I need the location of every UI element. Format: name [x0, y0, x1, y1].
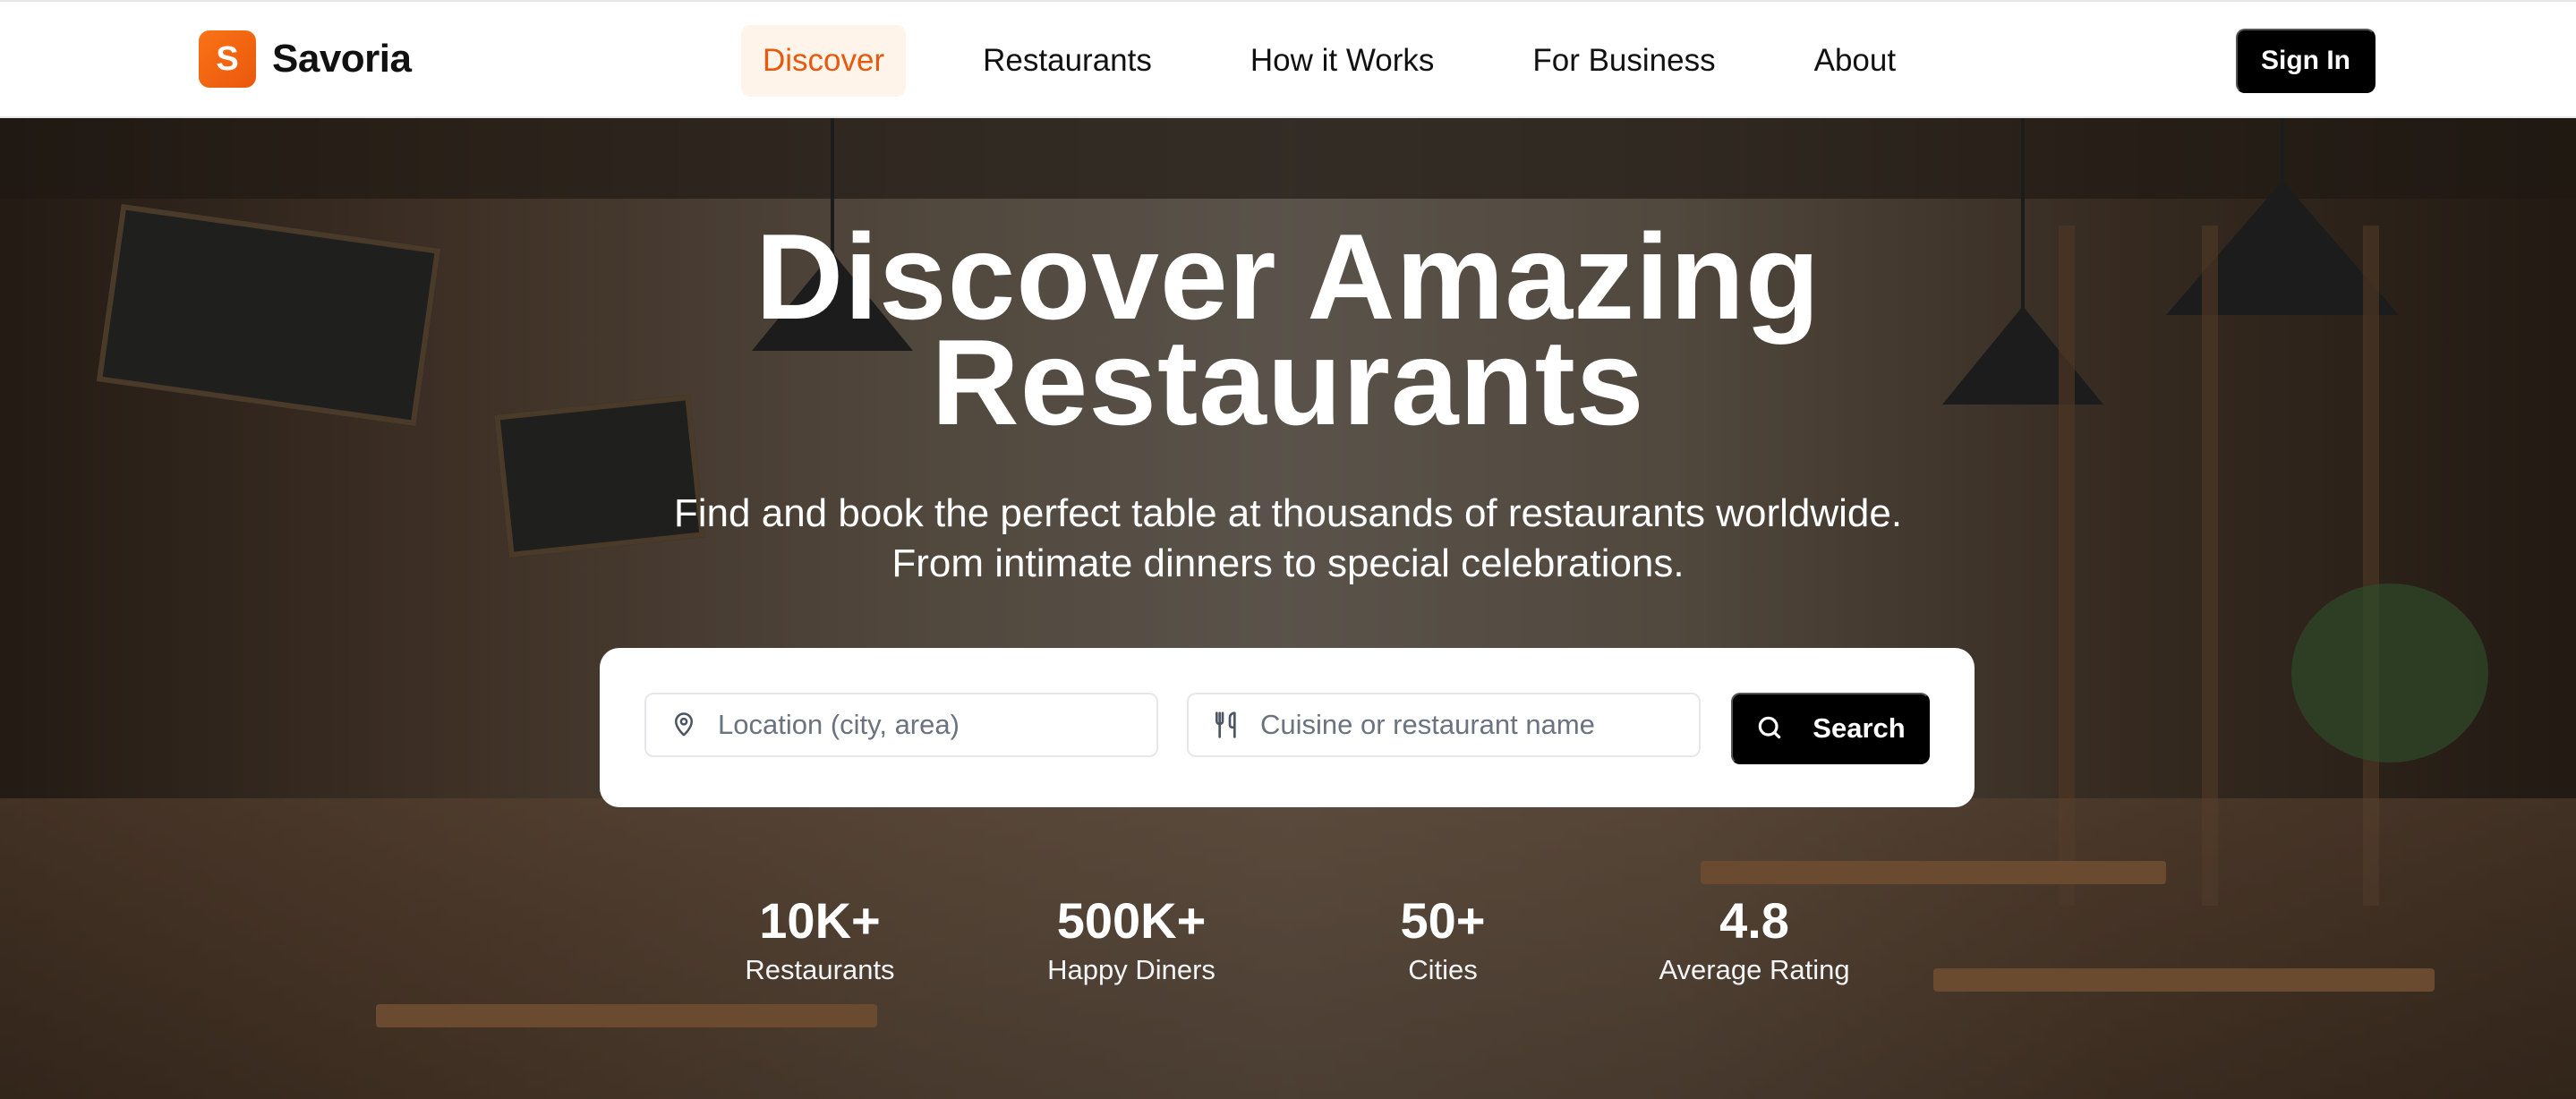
- stats-row: 10K+ Restaurants 500K+ Happy Diners 50+ …: [0, 893, 2576, 1001]
- stat-value: 500K+: [1056, 892, 1207, 949]
- stat-happy-diners: 500K+ Happy Diners: [997, 893, 1266, 988]
- stat-restaurants: 10K+ Restaurants: [686, 893, 954, 988]
- stat-label: Restaurants: [745, 954, 895, 985]
- sign-in-button[interactable]: Sign In: [2236, 29, 2376, 93]
- brand-name: Savoria: [272, 37, 412, 81]
- nav-link-for-business[interactable]: For Business: [1511, 25, 1736, 97]
- nav-link-restaurants[interactable]: Restaurants: [961, 25, 1173, 97]
- nav-link-how-it-works[interactable]: How it Works: [1229, 25, 1456, 97]
- stat-cities: 50+ Cities: [1309, 893, 1577, 988]
- stat-label: Cities: [1408, 954, 1478, 985]
- logo-mark: S: [199, 30, 256, 88]
- table-decoration: [1701, 861, 2166, 884]
- search-icon: [1755, 713, 1786, 744]
- hero-title: Discover Amazing Restaurants: [0, 216, 2576, 443]
- plant-decoration: [2291, 584, 2488, 762]
- stat-value: 4.8: [1719, 892, 1789, 949]
- search-button[interactable]: Search: [1731, 693, 1930, 764]
- stat-label: Average Rating: [1659, 954, 1850, 985]
- stat-value: 50+: [1400, 892, 1486, 949]
- location-input[interactable]: [718, 709, 1147, 741]
- stat-label: Happy Diners: [1047, 954, 1215, 985]
- top-navbar: S Savoria Discover Restaurants How it Wo…: [0, 0, 2576, 118]
- nav-link-discover[interactable]: Discover: [741, 25, 907, 97]
- stat-average-rating: 4.8 Average Rating: [1620, 893, 1889, 988]
- hero-subtitle-line-2: From intimate dinners to special celebra…: [891, 541, 1685, 585]
- brand-logo[interactable]: S Savoria: [199, 30, 412, 88]
- utensils-icon: [1210, 709, 1242, 741]
- location-field[interactable]: [644, 693, 1158, 757]
- table-decoration: [376, 1004, 877, 1027]
- search-card: Search: [600, 648, 1975, 807]
- hero-section: Discover Amazing Restaurants Find and bo…: [0, 118, 2576, 1099]
- main-nav: Discover Restaurants How it Works For Bu…: [741, 25, 1917, 97]
- stat-value: 10K+: [759, 892, 881, 949]
- map-pin-icon: [668, 709, 700, 741]
- lamp-cord-decoration: [2281, 118, 2284, 190]
- nav-link-about[interactable]: About: [1793, 25, 1917, 97]
- cuisine-input[interactable]: [1260, 709, 1690, 741]
- hero-subtitle: Find and book the perfect table at thous…: [0, 489, 2576, 589]
- search-button-label: Search: [1813, 712, 1906, 744]
- hero-title-line-2: Restaurants: [931, 314, 1645, 450]
- hero-subtitle-line-1: Find and book the perfect table at thous…: [673, 491, 1903, 535]
- cuisine-field[interactable]: [1187, 693, 1701, 757]
